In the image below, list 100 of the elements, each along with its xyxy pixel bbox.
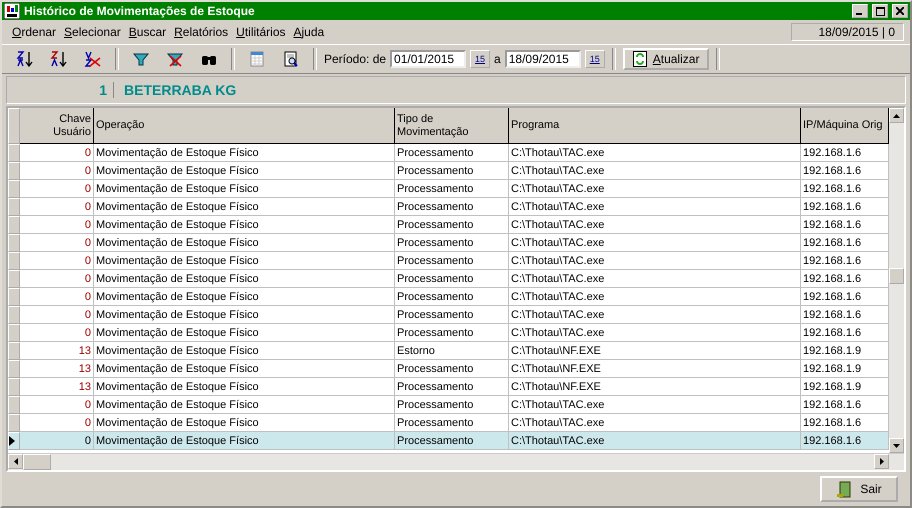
table-cell: 0 — [20, 234, 94, 252]
table-icon[interactable] — [248, 50, 266, 68]
table-cell: Processamento — [395, 162, 509, 180]
table-cell: 0 — [20, 252, 94, 270]
to-label: a — [494, 52, 501, 66]
status-date: 18/09/2015 | 0 — [791, 23, 904, 41]
menu-item[interactable]: Selecionar — [60, 23, 125, 41]
table-cell: 0 — [20, 288, 94, 306]
menu-item[interactable]: Utilitários — [232, 23, 290, 41]
menu-item[interactable]: Buscar — [124, 23, 170, 41]
scroll-up-button[interactable] — [889, 108, 904, 123]
calendar-button[interactable]: 15 — [470, 50, 490, 68]
table-row[interactable]: 0 Movimentação de Estoque Físico Processamento C:\Thotau\TAC.exe 192.168.1.6 — [8, 324, 889, 342]
table-cell: C:\Thotau\NF.EXE — [509, 342, 801, 360]
menu-item[interactable]: Ordenar — [8, 23, 60, 41]
sort-ascending-icon[interactable] — [16, 50, 34, 68]
clear-sort-icon[interactable] — [84, 50, 102, 68]
table-cell: Processamento — [395, 252, 509, 270]
table-cell: C:\Thotau\NF.EXE — [509, 360, 801, 378]
right-arrow-icon — [880, 458, 884, 465]
table-cell: Processamento — [395, 324, 509, 342]
table-cell: 0 — [20, 324, 94, 342]
table-cell: Movimentação de Estoque Físico — [94, 288, 395, 306]
table-row[interactable]: 0 Movimentação de Estoque Físico Processamento C:\Thotau\TAC.exe 192.168.1.6 — [8, 198, 889, 216]
table-cell: 0 — [20, 180, 94, 198]
table-row[interactable]: 13 Movimentação de Estoque Físico Processamento C:\Thotau\NF.EXE 192.168.1.9 — [8, 378, 889, 396]
table-row[interactable]: 13 Movimentação de Estoque Físico Estorno C:\Thotau\NF.EXE 192.168.1.9 — [8, 342, 889, 360]
table-cell: Processamento — [395, 234, 509, 252]
menu-item[interactable]: Ajuda — [290, 23, 328, 41]
column-header[interactable]: Chave Usuário — [20, 108, 94, 144]
table-cell: 0 — [20, 396, 94, 414]
table-cell: C:\Thotau\NF.EXE — [509, 378, 801, 396]
table-row[interactable]: 0 Movimentação de Estoque Físico Processamento C:\Thotau\TAC.exe 192.168.1.6 — [8, 216, 889, 234]
table-cell: Movimentação de Estoque Físico — [94, 360, 395, 378]
start-date-field[interactable]: 01/01/2015 — [390, 50, 466, 68]
table-cell: C:\Thotau\TAC.exe — [509, 324, 801, 342]
exit-button[interactable]: Sair — [820, 476, 898, 502]
table-cell: Processamento — [395, 216, 509, 234]
sort-descending-icon[interactable] — [50, 50, 68, 68]
table-cell: Processamento — [395, 180, 509, 198]
current-row-icon — [9, 436, 15, 446]
table-cell: Movimentação de Estoque Físico — [94, 306, 395, 324]
print-preview-icon[interactable] — [282, 50, 300, 68]
table-cell: C:\Thotau\TAC.exe — [509, 180, 801, 198]
table-cell: C:\Thotau\TAC.exe — [509, 234, 801, 252]
table-row[interactable]: 0 Movimentação de Estoque Físico Processamento C:\Thotau\TAC.exe 192.168.1.6 — [8, 432, 889, 450]
table-cell: Movimentação de Estoque Físico — [94, 198, 395, 216]
scroll-right-button[interactable] — [874, 454, 889, 469]
table-cell: C:\Thotau\TAC.exe — [509, 306, 801, 324]
end-date-field[interactable]: 18/09/2015 — [504, 50, 581, 68]
calendar-button[interactable]: 15 — [584, 50, 605, 68]
table-row[interactable]: 0 Movimentação de Estoque Físico Processamento C:\Thotau\TAC.exe 192.168.1.6 — [8, 162, 889, 180]
menu-item[interactable]: Relatórios — [170, 23, 232, 41]
horizontal-scrollbar[interactable] — [8, 453, 904, 470]
table-cell: Movimentação de Estoque Físico — [94, 144, 395, 162]
table-row[interactable]: 0 Movimentação de Estoque Físico Processamento C:\Thotau\TAC.exe 192.168.1.6 — [8, 144, 889, 162]
table-cell: 0 — [20, 198, 94, 216]
table-cell: Movimentação de Estoque Físico — [94, 216, 395, 234]
scroll-thumb[interactable] — [889, 268, 904, 284]
table-cell: Movimentação de Estoque Físico — [94, 378, 395, 396]
table-cell: C:\Thotau\TAC.exe — [509, 252, 801, 270]
table-row[interactable]: 0 Movimentação de Estoque Físico Processamento C:\Thotau\TAC.exe 192.168.1.6 — [8, 270, 889, 288]
table-row[interactable]: 0 Movimentação de Estoque Físico Processamento C:\Thotau\TAC.exe 192.168.1.6 — [8, 288, 889, 306]
table-cell: Movimentação de Estoque Físico — [94, 180, 395, 198]
table-cell: 13 — [20, 342, 94, 360]
table-row[interactable]: 0 Movimentação de Estoque Físico Processamento C:\Thotau\TAC.exe 192.168.1.6 — [8, 306, 889, 324]
table-cell: 0 — [20, 306, 94, 324]
table-cell: 0 — [20, 162, 94, 180]
table-cell: C:\Thotau\TAC.exe — [509, 432, 801, 450]
table-cell: C:\Thotau\TAC.exe — [509, 270, 801, 288]
table-cell: Processamento — [395, 198, 509, 216]
table-cell: 13 — [20, 378, 94, 396]
column-header[interactable]: Operação — [94, 108, 395, 144]
table-row[interactable]: 13 Movimentação de Estoque Físico Processamento C:\Thotau\NF.EXE 192.168.1.9 — [8, 360, 889, 378]
table-cell: Movimentação de Estoque Físico — [94, 432, 395, 450]
table-row[interactable]: 0 Movimentação de Estoque Físico Processamento C:\Thotau\TAC.exe 192.168.1.6 — [8, 252, 889, 270]
table-cell: C:\Thotau\TAC.exe — [509, 288, 801, 306]
product-code: 1 — [7, 82, 114, 98]
window-title: Histórico de Movimentações de Estoque — [24, 4, 256, 18]
table-cell: Movimentação de Estoque Físico — [94, 270, 395, 288]
vertical-scrollbar[interactable] — [889, 108, 904, 453]
scroll-left-button[interactable] — [8, 454, 23, 469]
minimize-button[interactable] — [852, 4, 868, 18]
column-header[interactable]: Programa — [509, 108, 801, 144]
table-cell: Processamento — [395, 396, 509, 414]
table-row[interactable]: 0 Movimentação de Estoque Físico Processamento C:\Thotau\TAC.exe 192.168.1.6 — [8, 180, 889, 198]
refresh-button[interactable]: Atualizar — [622, 48, 710, 70]
column-header[interactable]: Tipo de Movimentação — [395, 108, 509, 144]
table-cell: C:\Thotau\TAC.exe — [509, 396, 801, 414]
table-cell: Processamento — [395, 306, 509, 324]
maximize-button[interactable] — [872, 4, 888, 18]
table-cell: 0 — [20, 432, 94, 450]
scroll-down-button[interactable] — [889, 438, 904, 453]
table-row[interactable]: 0 Movimentação de Estoque Físico Processamento C:\Thotau\TAC.exe 192.168.1.6 — [8, 396, 889, 414]
row-indicator[interactable] — [8, 432, 20, 450]
close-button[interactable] — [892, 4, 908, 18]
table-cell: Processamento — [395, 432, 509, 450]
table-row[interactable]: 0 Movimentação de Estoque Físico Processamento C:\Thotau\TAC.exe 192.168.1.6 — [8, 234, 889, 252]
scroll-thumb[interactable] — [23, 454, 51, 470]
table-cell: Movimentação de Estoque Físico — [94, 252, 395, 270]
